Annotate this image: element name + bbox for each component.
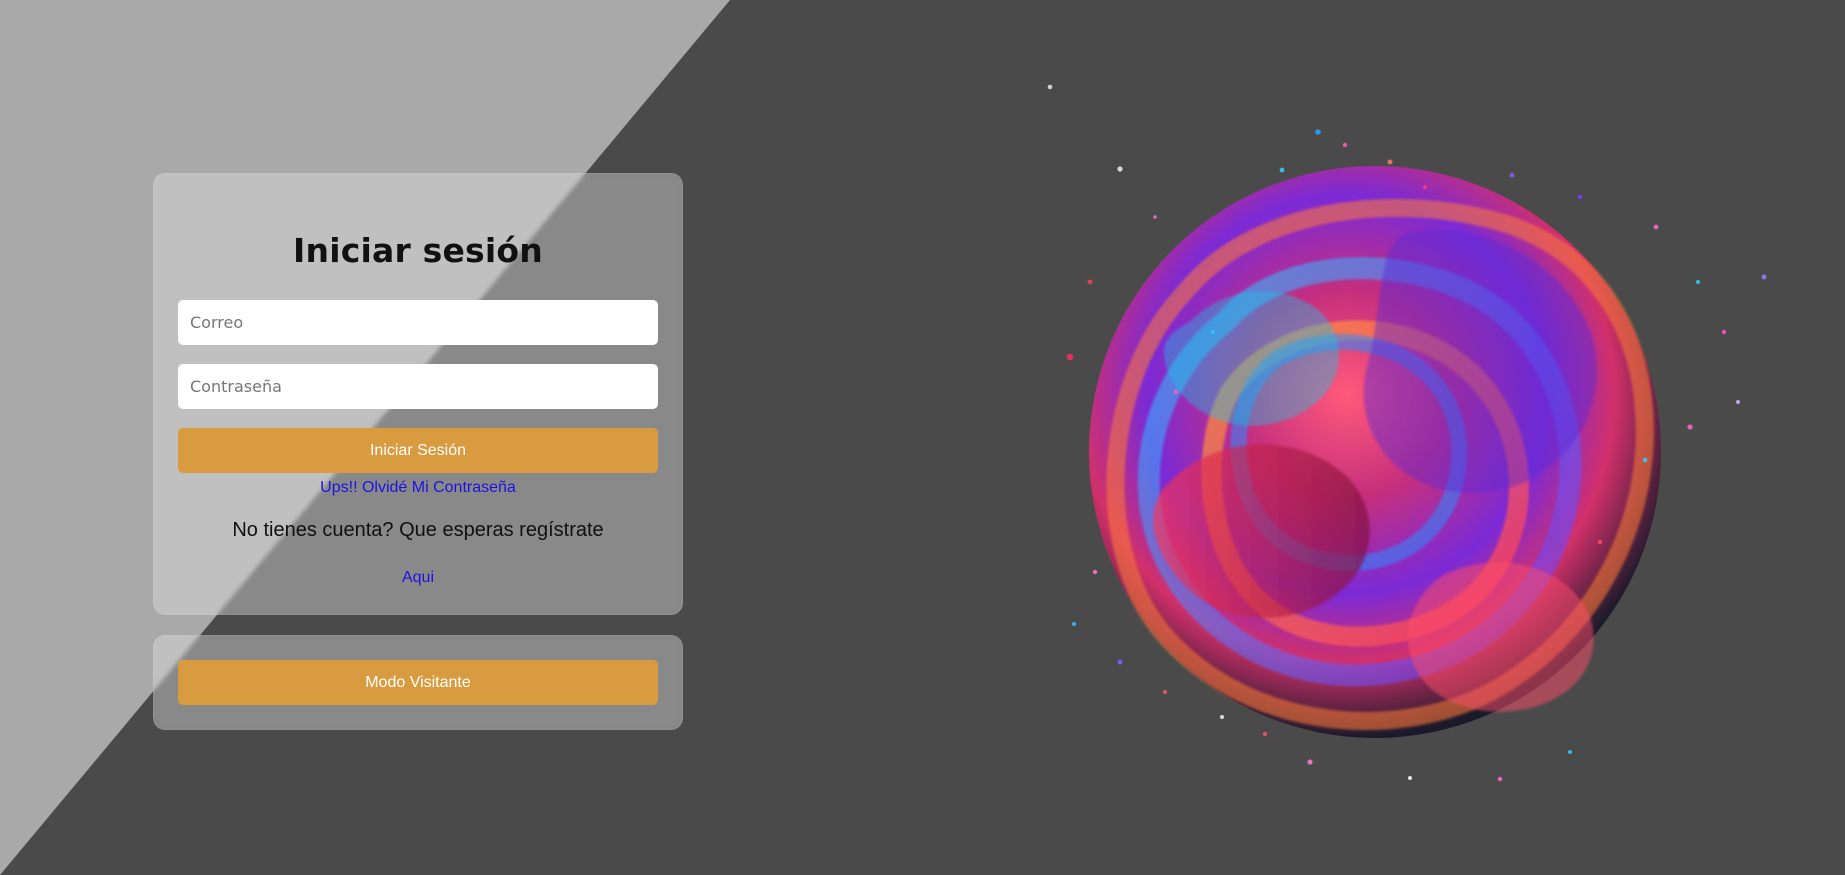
hero-artwork — [1047, 84, 1767, 782]
abstract-fluid-sphere-icon — [980, 72, 1810, 792]
forgot-password-link[interactable]: Ups!! Olvidé Mi Contraseña — [153, 479, 683, 497]
login-button[interactable]: Iniciar Sesión — [178, 428, 658, 473]
register-prompt: No tienes cuenta? Que esperas regístrate — [232, 519, 604, 541]
password-field[interactable] — [178, 364, 658, 409]
email-field[interactable] — [178, 300, 658, 345]
visitor-card: Modo Visitante — [153, 635, 683, 730]
page-title: Iniciar sesión — [293, 231, 543, 270]
visitor-mode-button[interactable]: Modo Visitante — [178, 660, 658, 705]
register-link[interactable]: Aqui — [153, 569, 683, 587]
login-card: Iniciar sesión Iniciar Sesión Ups!! Olvi… — [153, 173, 683, 615]
